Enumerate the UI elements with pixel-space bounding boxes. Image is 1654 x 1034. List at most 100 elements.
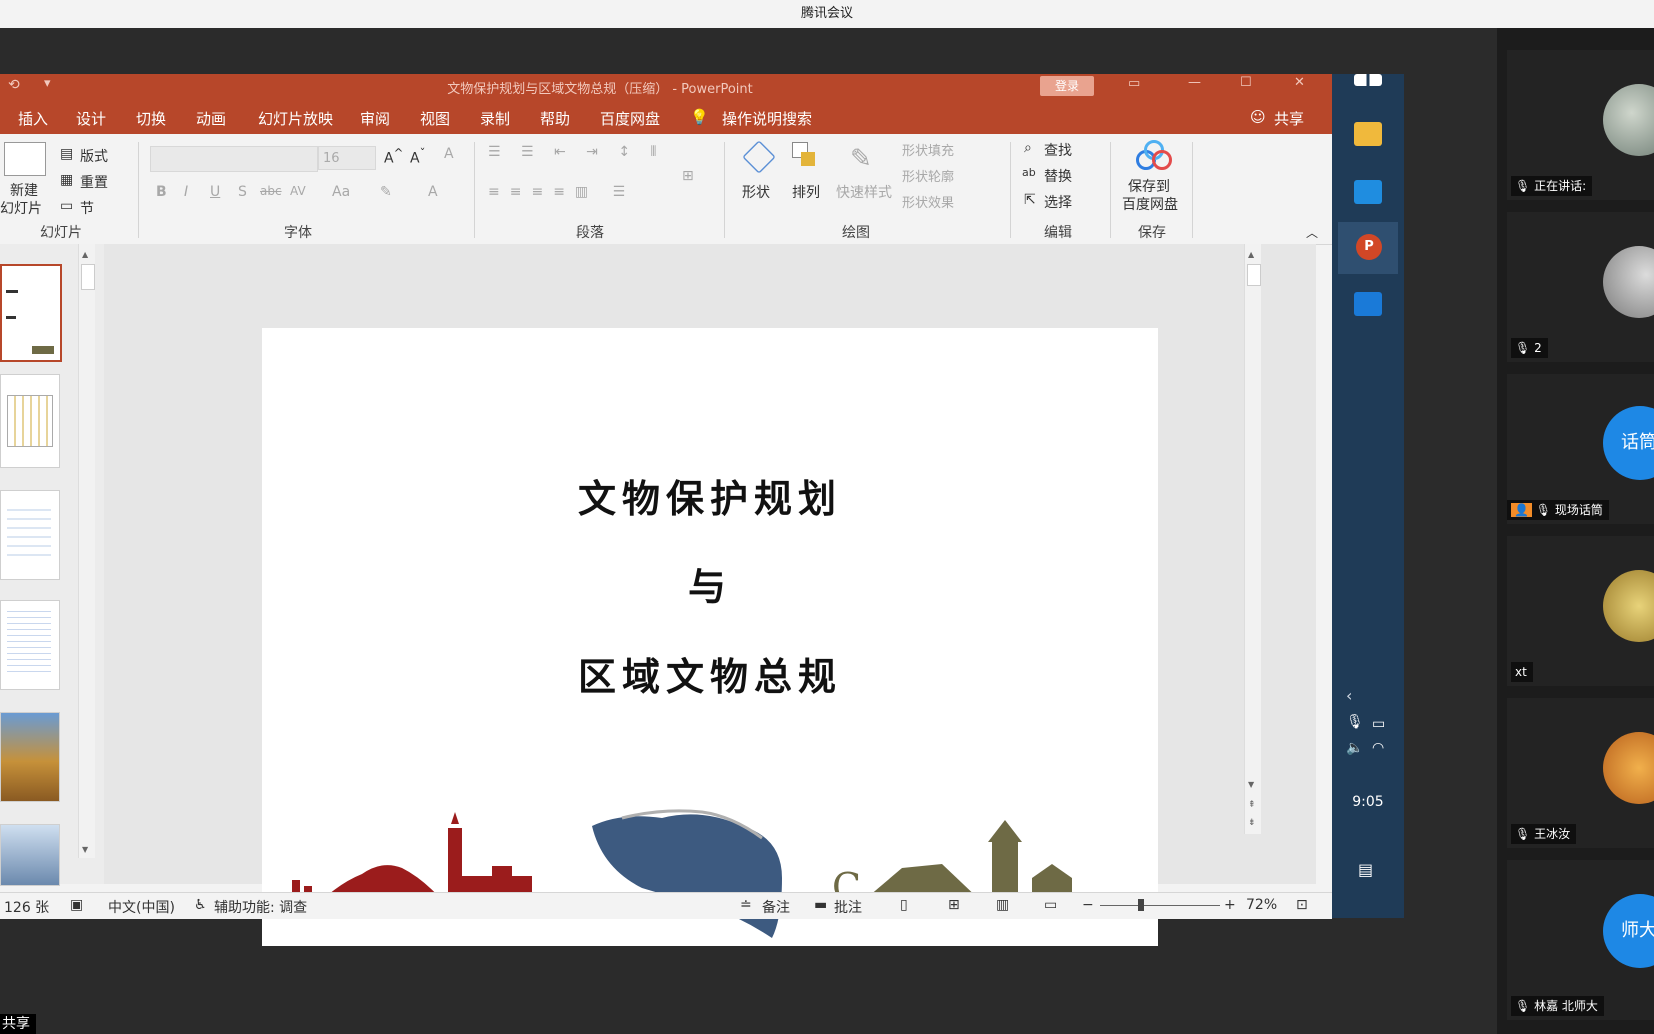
powerpoint-icon[interactable]: P [1356,234,1382,260]
reset-button[interactable]: 重置 [80,172,108,192]
quick-access-dropdown-icon[interactable]: ▾ [44,76,51,91]
section-button[interactable]: 节 [80,198,94,218]
zoom-level[interactable]: 72% [1246,897,1277,913]
normal-view-icon[interactable]: ▯ [900,897,908,913]
notification-icon[interactable]: ▤ [1358,860,1373,879]
slide-thumbnail[interactable] [0,712,60,802]
tab-design[interactable]: 设计 [76,108,106,129]
fit-window-icon[interactable]: ⊡ [1296,897,1308,913]
slideshow-icon[interactable]: ▭ [1044,897,1057,913]
grow-font-icon[interactable]: A^ [384,146,403,167]
notes-button[interactable]: 备注 [762,897,790,917]
share-button[interactable]: 共享 [1274,108,1304,129]
participant-tile[interactable]: 🎙 正在讲话: [1507,50,1654,200]
reading-view-icon[interactable]: ▥ [996,897,1009,913]
italic-button[interactable]: I [184,184,188,200]
replace-button[interactable]: 替换 [1044,166,1072,186]
change-case-button[interactable]: Aa [332,184,350,200]
chevron-left-icon[interactable]: ‹ [1346,686,1352,705]
underline-button[interactable]: U [210,184,220,200]
current-slide[interactable]: 文物保护规划 与 区域文物总规 C [262,328,1158,946]
font-name-box[interactable] [150,146,318,172]
slide-thumbnail[interactable] [0,374,60,468]
baidu-cloud-icon[interactable] [1134,138,1172,170]
shape-effect-button[interactable]: 形状效果 [902,192,954,211]
font-size-box[interactable]: 16 [318,146,376,170]
slide-thumbnail[interactable] [0,264,62,362]
zoom-slider-thumb[interactable] [1138,899,1144,911]
strikethrough-button[interactable]: abc [260,184,282,198]
tab-insert[interactable]: 插入 [18,108,48,129]
mail-icon[interactable] [1354,180,1382,204]
microphone-icon[interactable]: 🎙 [1346,714,1364,730]
shapes-button[interactable]: 形状 [742,182,770,202]
tell-me-search[interactable]: 操作说明搜索 [722,108,812,129]
zoom-out-icon[interactable]: − [1082,897,1094,913]
save-icon[interactable]: ⟲ [8,77,20,93]
clear-format-icon[interactable]: A [444,146,454,162]
save-to-baidu-line2[interactable]: 百度网盘 [1122,194,1178,214]
tab-baidu[interactable]: 百度网盘 [600,108,660,129]
tab-review[interactable]: 审阅 [360,108,390,129]
shrink-font-icon[interactable]: Aˇ [410,146,425,167]
tab-slideshow[interactable]: 幻灯片放映 [258,108,333,129]
thumbnails-scrollbar[interactable]: ▲ ▼ [78,244,95,858]
meeting-app-icon[interactable] [1354,292,1382,316]
file-explorer-icon[interactable] [1354,122,1382,146]
text-direction-icon[interactable]: ⊞ [682,168,694,184]
arrange-icon[interactable] [792,142,816,166]
quick-styles-icon[interactable]: ✎ [850,144,872,174]
participant-tile[interactable]: 师大 🎙 林嘉 北师大 [1507,860,1654,1020]
save-to-baidu-line1[interactable]: 保存到 [1128,176,1170,196]
new-slide-line2[interactable]: 幻灯片 [0,198,42,218]
tab-help[interactable]: 帮助 [540,108,570,129]
spellcheck-icon[interactable]: ▣ [70,897,83,913]
tab-transitions[interactable]: 切换 [136,108,166,129]
participant-tile[interactable]: 🎙 2 [1507,212,1654,362]
paragraph-list-icons[interactable]: ☰ ☰ ⇤ ⇥ ↕ ⫴ [488,144,664,160]
tab-record[interactable]: 录制 [480,108,510,129]
editor-scrollbar[interactable]: ▲ ▼ ⇞ ⇟ [1244,244,1261,834]
windows-start-icon[interactable] [1354,74,1382,86]
participant-tile[interactable]: 话筒 👤 🎙 现场话筒 [1507,374,1654,524]
ribbon-display-icon[interactable]: ▭ [1128,76,1140,91]
slide-thumbnail[interactable] [0,824,60,886]
participant-tile[interactable]: xt [1507,536,1654,686]
arrange-button[interactable]: 排列 [792,182,820,202]
language-indicator[interactable]: 中文(中国) [108,897,175,917]
tab-animations[interactable]: 动画 [196,108,226,129]
bold-button[interactable]: B [156,184,167,200]
font-color-button[interactable]: A [428,184,438,200]
participant-tile[interactable]: 🎙 王冰汝 [1507,698,1654,848]
signin-button[interactable]: 登录 [1040,76,1094,96]
new-slide-icon[interactable] [4,142,46,176]
char-spacing-button[interactable]: AV [290,184,306,198]
new-slide-line1[interactable]: 新建 [10,180,38,200]
tab-view[interactable]: 视图 [420,108,450,129]
layout-button[interactable]: 版式 [80,146,108,166]
highlight-icon[interactable]: ✎ [380,184,392,200]
minimize-icon[interactable]: — [1188,75,1201,90]
zoom-in-icon[interactable]: + [1224,897,1236,913]
shape-outline-button[interactable]: 形状轮廓 [902,166,954,185]
battery-icon[interactable]: ▭ [1372,716,1385,732]
shadow-button[interactable]: S [238,184,247,200]
paragraph-align-icons[interactable]: ≡≡≡≡▥ ☰ [488,184,635,200]
zoom-slider[interactable] [1100,905,1220,906]
close-icon[interactable]: ✕ [1294,75,1305,90]
wifi-icon[interactable]: ◠ [1372,740,1384,756]
slide-thumbnail[interactable] [0,490,60,580]
volume-icon[interactable]: 🔈 [1346,740,1363,756]
collapse-ribbon-icon[interactable]: ︿ [1306,224,1318,241]
slide-thumbnail[interactable] [0,600,60,690]
taskbar-clock[interactable]: 9:05 [1332,794,1404,810]
select-button[interactable]: 选择 [1044,192,1072,212]
slide-sorter-icon[interactable]: ⊞ [948,897,960,913]
shapes-icon[interactable] [742,140,776,174]
shape-fill-button[interactable]: 形状填充 [902,140,954,159]
quick-styles-button[interactable]: 快速样式 [836,182,892,202]
accessibility-status[interactable]: 辅助功能: 调查 [214,897,307,917]
find-button[interactable]: 查找 [1044,140,1072,160]
maximize-icon[interactable]: ☐ [1240,75,1252,90]
comments-button[interactable]: 批注 [834,897,862,917]
